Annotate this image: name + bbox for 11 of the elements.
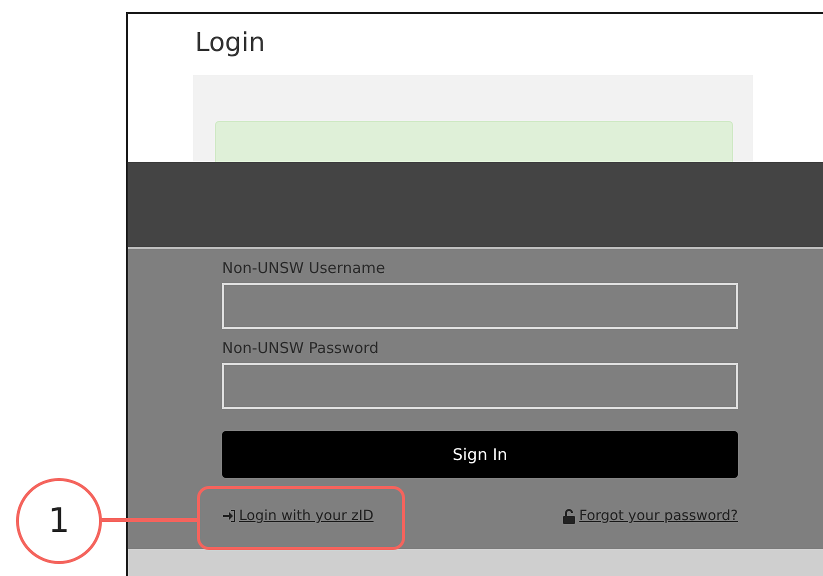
field-label: Non-UNSW Password: [222, 339, 379, 357]
input-field[interactable]: [222, 363, 738, 409]
callout-number: 1: [16, 478, 102, 564]
sign-in-button[interactable]: Sign In: [222, 431, 738, 478]
field-label: Non-UNSW Username: [222, 259, 386, 277]
input-field[interactable]: [222, 283, 738, 329]
padlock-icon: [562, 508, 576, 524]
forgot-password-link[interactable]: Forgot your password?: [562, 508, 738, 524]
sign-in-icon: [222, 509, 236, 523]
login-link[interactable]: Login with your zID: [222, 508, 374, 524]
page-title: Login: [195, 28, 266, 60]
